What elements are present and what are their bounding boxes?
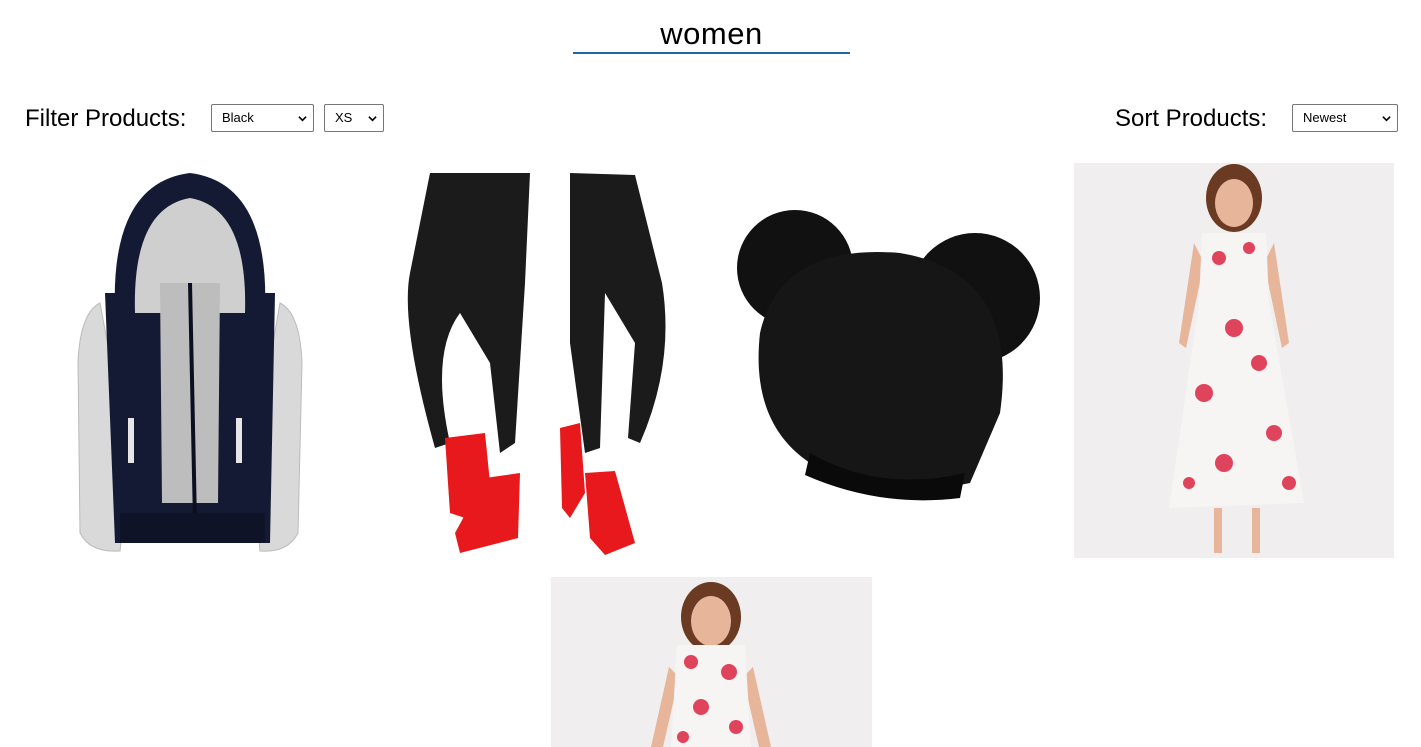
beanie-image (737, 210, 1040, 501)
size-filter-select[interactable]: XS (324, 104, 384, 132)
sort-value: Newest (1303, 110, 1347, 125)
category-title: women (660, 16, 763, 51)
sort-select[interactable]: Newest (1292, 104, 1398, 132)
product-card-jacket[interactable] (60, 163, 320, 558)
product-card-jeans[interactable] (390, 163, 680, 558)
chevron-down-icon (368, 116, 377, 122)
filter-label: Filter Products: (25, 105, 187, 132)
chevron-down-icon (1382, 116, 1391, 122)
sort-label: Sort Products: (1115, 105, 1268, 132)
product-card-maxi-dress[interactable] (1074, 163, 1394, 558)
jeans-image (407, 173, 666, 555)
page: women Filter Products: Black XS Sort Pro… (0, 0, 1421, 747)
product-card-floral-dress[interactable] (551, 577, 872, 747)
product-card-beanie[interactable] (730, 163, 1050, 558)
category-title-container: women (573, 12, 850, 54)
dress-image (551, 577, 872, 747)
dress-image (1074, 163, 1394, 558)
chevron-down-icon (298, 116, 307, 122)
color-filter-select[interactable]: Black (211, 104, 314, 132)
color-filter-value: Black (222, 110, 254, 125)
size-filter-value: XS (335, 110, 353, 125)
jacket-image (77, 173, 303, 552)
